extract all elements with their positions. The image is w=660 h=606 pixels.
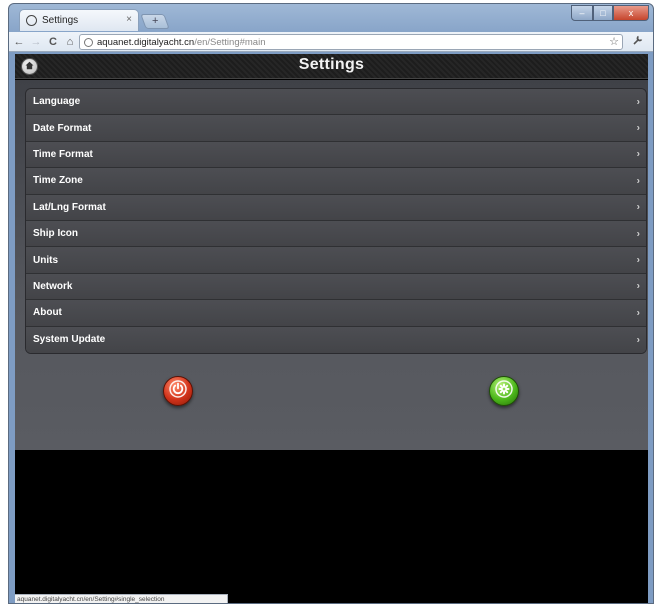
settings-item-network[interactable]: Network › <box>26 273 646 301</box>
home-nav-button[interactable]: ⌂ <box>63 36 77 48</box>
power-button[interactable] <box>163 376 193 406</box>
chevron-right-icon: › <box>636 201 640 213</box>
page-title: Settings <box>298 56 365 73</box>
settings-item-system-update[interactable]: System Update › <box>26 326 646 353</box>
chevron-right-icon: › <box>636 307 640 319</box>
settings-favicon-icon <box>26 15 37 26</box>
chevron-right-icon: › <box>636 175 640 187</box>
browser-toolbar: ← → C ⌂ aquanet.digitalyacht.cn /en/Sett… <box>9 32 653 52</box>
settings-item-time-format[interactable]: Time Format › <box>26 141 646 169</box>
settings-item-date-format[interactable]: Date Format › <box>26 115 646 142</box>
page-icon <box>84 37 93 47</box>
settings-item-label: Time Format <box>33 148 93 160</box>
new-tab-button[interactable]: + <box>140 14 170 29</box>
address-bar[interactable]: aquanet.digitalyacht.cn /en/Setting#main… <box>79 34 623 50</box>
settings-list: Language › Date Format › Time Format › Time Zo… <box>25 88 647 354</box>
chevron-right-icon: › <box>636 148 640 160</box>
settings-item-label: System Update <box>33 334 106 346</box>
chevron-right-icon: › <box>636 122 640 134</box>
status-bar: aquanet.digitalyacht.cn/en/Setting#singl… <box>15 594 228 603</box>
settings-item-label: Language <box>33 96 81 108</box>
chevron-right-icon: › <box>636 280 640 292</box>
power-icon <box>169 379 187 403</box>
settings-item-label: Units <box>33 254 58 266</box>
window-controls: – □ x <box>571 5 649 21</box>
forward-button[interactable]: → <box>29 36 43 48</box>
settings-item-time-zone[interactable]: Time Zone › <box>26 168 646 195</box>
settings-item-about[interactable]: About › <box>26 300 646 327</box>
back-button[interactable]: ← <box>12 36 26 48</box>
maximize-button[interactable]: □ <box>593 5 613 21</box>
bookmark-star-icon[interactable]: ☆ <box>609 35 619 48</box>
title-bar: Settings × + – □ x <box>9 4 653 34</box>
settings-item-label: Network <box>33 280 73 292</box>
reload-button[interactable]: C <box>46 36 60 48</box>
browser-window: Settings × + – □ x ← → C ⌂ aquanet.digit… <box>8 3 654 604</box>
browser-tab[interactable]: Settings × <box>19 9 139 31</box>
minimize-button[interactable]: – <box>571 5 593 21</box>
url-host: aquanet.digitalyacht.cn <box>97 36 195 48</box>
settings-item-units[interactable]: Units › <box>26 247 646 274</box>
plus-icon: + <box>151 15 159 27</box>
settings-item-label: Lat/Lng Format <box>33 201 106 213</box>
settings-item-label: Ship Icon <box>33 228 78 240</box>
app-header: Settings <box>15 54 648 79</box>
chevron-right-icon: › <box>636 254 640 266</box>
tab-title: Settings <box>42 15 79 26</box>
page-viewport: Settings Language › Date Format › Time Forma… <box>15 54 648 603</box>
settings-item-label: Time Zone <box>33 175 83 187</box>
asterisk-icon <box>495 379 513 403</box>
close-window-button[interactable]: x <box>613 5 649 21</box>
reset-button[interactable] <box>489 376 519 406</box>
settings-item-language[interactable]: Language › <box>26 89 646 116</box>
settings-item-ship-icon[interactable]: Ship Icon › <box>26 220 646 248</box>
settings-item-label: Date Format <box>33 122 92 134</box>
url-path: /en/Setting#main <box>194 36 266 48</box>
chevron-right-icon: › <box>636 96 640 108</box>
settings-item-lat-lng-format[interactable]: Lat/Lng Format › <box>26 194 646 221</box>
chevron-right-icon: › <box>636 334 640 346</box>
settings-item-label: About <box>33 307 62 319</box>
chevron-right-icon: › <box>636 228 640 240</box>
tab-close-button[interactable]: × <box>126 14 132 25</box>
wrench-menu-icon[interactable] <box>632 35 643 49</box>
settings-area: Language › Date Format › Time Format › Time Zo… <box>15 80 648 450</box>
